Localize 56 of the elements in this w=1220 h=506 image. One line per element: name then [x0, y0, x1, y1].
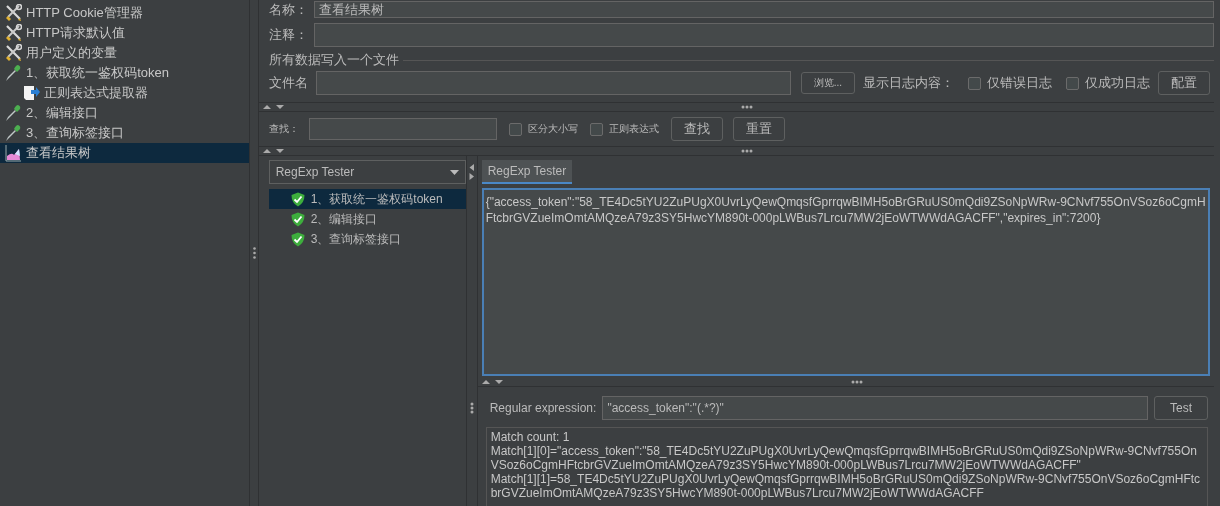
- tree-item[interactable]: 2、编辑接口: [0, 103, 250, 123]
- name-field[interactable]: 查看结果树: [313, 1, 1214, 18]
- collapse-arrows-icon: [262, 104, 285, 110]
- search-label: 查找：: [268, 122, 299, 136]
- document-arrow-icon: [22, 84, 40, 102]
- grip-icon: [252, 247, 256, 259]
- caret-icon: [449, 169, 459, 175]
- grip-icon: [741, 105, 754, 109]
- tab[interactable]: RegExp Tester: [481, 160, 573, 184]
- tree-item[interactable]: 用户定义的变量: [0, 43, 250, 63]
- collapse-arrows-icon: [262, 148, 285, 154]
- tools-icon: [4, 44, 22, 62]
- find-button[interactable]: 查找: [670, 117, 723, 141]
- match-line: Match[1][0]="access_token":"58_TE4Dc5tYU2ZuPUgX0UvrLyQewQmqsfGprrqwBIMH5oBrGRuUS0mQdi9ZSoNpWRw-9CNvf755OnVSoz6oCgmHFtcbrGVZueImOmtAMQzeA79z3SY5HwcYM890t-000pLWBus7Lrcu7MW2jEoWTWWdAGACFF": [490, 444, 1198, 472]
- result-item[interactable]: 3、查询标签接口: [268, 229, 466, 249]
- regex-label: Regular expression:: [489, 401, 597, 415]
- checkbox[interactable]: 仅成功日志: [1066, 74, 1150, 92]
- section-title: 所有数据写入一个文件: [268, 51, 399, 69]
- tree-item[interactable]: 3、查询标签接口: [0, 123, 250, 143]
- match-line: Match[1][1]=58_TE4Dc5tYU2ZuPUgX0UvrLyQewQmqsfGprrqwBIMH5oBrGRuUS0mQdi9ZSoNpWRw-9CNvf755OnVSoz6oCgmHFtcbrGVZueImOmtAMQzeA79z3SY5HwcYM890t-000pLWBus7Lrcu7MW2jEoWTWWdAGACFF: [490, 472, 1202, 500]
- tree-item[interactable]: 查看结果树: [0, 143, 250, 163]
- regex-field[interactable]: "access_token":"(.*?)": [602, 396, 1148, 420]
- field-label: 文件名: [268, 74, 308, 92]
- comment-field[interactable]: [313, 23, 1214, 47]
- result-item[interactable]: 1、获取统一鉴权码token: [268, 189, 466, 209]
- tree-item[interactable]: HTTP请求默认值: [0, 23, 250, 43]
- response-text-area[interactable]: {"access_token":"58_TE4Dc5tYU2ZuPUgX0UvrLyQewQmqsfGprrqwBIMH5oBrGRuUS0mQdi9ZSoNpWRw-9CNvf755OnVSoz6oCgmHFtcbrGVZueImOmtAMQzeA79z3SY5HwcYM890t-000pLWBus7Lrcu7MW2jEoWTWWdAGACFF","expires_in":7200}: [481, 188, 1210, 376]
- tree-item[interactable]: HTTP Cookie管理器: [0, 3, 250, 23]
- config-button[interactable]: 配置: [1158, 71, 1210, 95]
- match-line: Match count: 1: [490, 430, 571, 444]
- grip-icon: [469, 402, 474, 414]
- renderer-dropdown[interactable]: RegExp Tester: [268, 160, 466, 184]
- field-label: 名称：: [268, 0, 308, 19]
- reset-button[interactable]: 重置: [732, 117, 785, 141]
- checkbox[interactable]: 区分大小写: [508, 122, 578, 136]
- collapse-arrows-icon: [481, 379, 504, 385]
- grip-icon: [850, 380, 863, 384]
- search-field[interactable]: [308, 118, 497, 140]
- field-label: 注释：: [268, 26, 308, 44]
- test-button[interactable]: Test: [1154, 396, 1208, 420]
- tree-item[interactable]: 1、获取统一鉴权码token: [0, 63, 250, 83]
- chart-icon: [4, 144, 22, 162]
- pipette-icon: [4, 104, 22, 122]
- grip-icon: [741, 149, 754, 153]
- tools-icon: [4, 24, 22, 42]
- checkbox[interactable]: 仅错误日志: [968, 74, 1052, 92]
- browse-button[interactable]: 浏览...: [800, 72, 855, 94]
- tools-icon: [4, 4, 22, 22]
- log-label: 显示日志内容：: [863, 74, 954, 92]
- pipette-icon: [4, 124, 22, 142]
- checkbox[interactable]: 正则表达式: [589, 122, 659, 136]
- result-item[interactable]: 2、编辑接口: [268, 209, 466, 229]
- collapse-arrows-icon: [469, 164, 475, 180]
- file-name-field[interactable]: [315, 71, 791, 95]
- tree-item[interactable]: 正则表达式提取器: [0, 83, 250, 103]
- pipette-icon: [4, 64, 22, 82]
